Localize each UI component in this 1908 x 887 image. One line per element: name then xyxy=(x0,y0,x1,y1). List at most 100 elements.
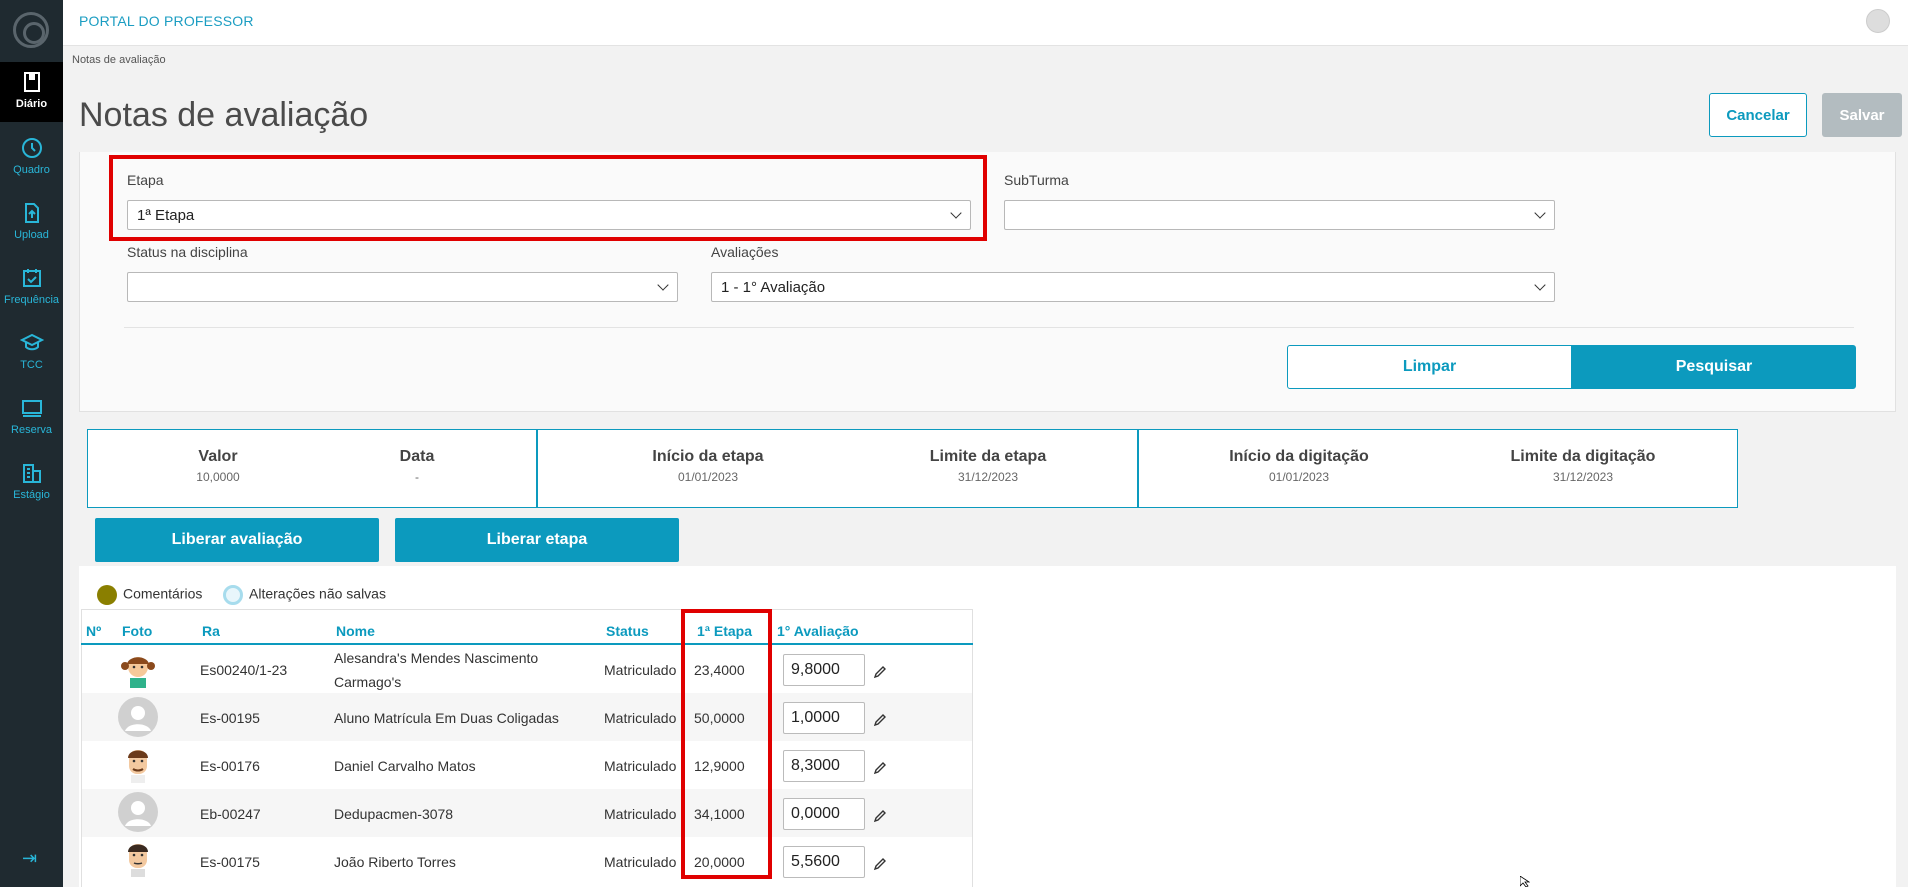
status-select[interactable] xyxy=(127,272,678,302)
clock-icon xyxy=(21,138,42,158)
chevron-down-icon xyxy=(1534,279,1546,291)
man-avatar xyxy=(128,844,148,877)
column-header-ra[interactable]: Ra xyxy=(202,623,220,639)
chevron-down-icon xyxy=(1534,207,1546,219)
etapa-highlight-box xyxy=(109,155,987,241)
legend-label: Comentários xyxy=(123,585,203,602)
sidebar-item-reserva[interactable]: Reserva xyxy=(0,388,63,448)
sidebar-item-diario[interactable]: Diário xyxy=(0,62,63,122)
monitor-icon xyxy=(21,400,42,417)
info-value: 10,0000 xyxy=(196,470,240,484)
ra-cell: Es00240/1-23 xyxy=(200,662,288,678)
pencil-icon[interactable] xyxy=(873,857,887,871)
ra-cell: Es-00175 xyxy=(200,854,260,870)
unsaved-dot-icon xyxy=(223,585,243,605)
etapa-column-highlight-box xyxy=(681,609,772,879)
user-avatar[interactable] xyxy=(1866,9,1890,33)
grade-input[interactable]: 5,5600 xyxy=(783,846,865,878)
collapse-menu-icon[interactable]: ⇥ xyxy=(22,848,37,869)
save-button[interactable]: Salvar xyxy=(1822,93,1902,137)
name-cell-continued: Carmago's xyxy=(334,674,402,690)
info-limite-digitacao: Limite da digitação 31/12/2023 xyxy=(1483,448,1683,484)
info-limite-etapa: Limite da etapa 31/12/2023 xyxy=(898,448,1078,484)
release-evaluation-button[interactable]: Liberar avaliação xyxy=(95,518,379,562)
avaliacoes-label: Avaliações xyxy=(711,244,779,260)
app-title: PORTAL DO PROFESSOR xyxy=(79,13,254,29)
grade-input[interactable]: 1,0000 xyxy=(783,702,865,734)
pencil-icon[interactable] xyxy=(873,665,887,679)
name-cell: Alesandra's Mendes Nascimento xyxy=(334,650,539,666)
info-title: Início da etapa xyxy=(652,448,764,465)
logo-icon xyxy=(13,12,49,48)
column-header-status[interactable]: Status xyxy=(606,623,649,639)
top-bar: PORTAL DO PROFESSOR xyxy=(63,0,1908,46)
column-header-avaliacao[interactable]: 1° Avaliação xyxy=(777,623,859,639)
page-title: Notas de avaliação xyxy=(79,96,369,134)
legend-comments: Comentários xyxy=(97,585,202,605)
status-cell: Matriculado xyxy=(604,662,677,678)
name-cell: Daniel Carvalho Matos xyxy=(334,758,476,774)
man-avatar xyxy=(128,750,148,783)
sidebar-item-label: Quadro xyxy=(13,164,50,176)
breadcrumb[interactable]: Notas de avaliação xyxy=(72,54,166,66)
sidebar-item-tcc[interactable]: TCC xyxy=(0,323,63,383)
info-inicio-etapa: Início da etapa 01/01/2023 xyxy=(618,448,798,484)
graduation-cap-icon xyxy=(19,333,44,351)
sidebar: Diário Quadro Upload Frequência TCC Rese… xyxy=(0,0,63,887)
calendar-check-icon xyxy=(22,269,41,287)
ra-cell: Es-00195 xyxy=(200,710,260,726)
avaliacoes-value: 1 - 1° Avaliação xyxy=(721,279,826,296)
info-value: 31/12/2023 xyxy=(957,470,1019,484)
building-icon xyxy=(22,464,41,483)
column-header-foto: Foto xyxy=(122,623,153,639)
info-title: Limite da digitação xyxy=(1510,448,1656,465)
info-value: 31/12/2023 xyxy=(1552,470,1614,484)
avaliacoes-select[interactable]: 1 - 1° Avaliação xyxy=(711,272,1555,302)
info-title: Início da digitação xyxy=(1229,448,1369,465)
grade-input[interactable]: 8,3000 xyxy=(783,750,865,782)
mouse-cursor-icon xyxy=(1520,876,1530,887)
info-title: Valor xyxy=(198,448,238,465)
name-cell: João Riberto Torres xyxy=(334,854,456,870)
pencil-icon[interactable] xyxy=(873,761,887,775)
subturma-select[interactable] xyxy=(1004,200,1555,230)
info-valor: Valor 10,0000 xyxy=(168,448,268,484)
sidebar-item-label: TCC xyxy=(20,359,43,371)
info-value: 01/01/2023 xyxy=(677,470,739,484)
grade-input[interactable]: 0,0000 xyxy=(783,798,865,830)
subturma-label: SubTurma xyxy=(1004,172,1069,188)
column-header-nome[interactable]: Nome xyxy=(336,623,375,639)
cancel-button[interactable]: Cancelar xyxy=(1709,93,1807,137)
sidebar-item-label: Frequência xyxy=(3,294,60,306)
chevron-down-icon xyxy=(657,279,669,291)
name-cell: Aluno Matrícula Em Duas Coligadas xyxy=(334,710,559,726)
clear-button[interactable]: Limpar xyxy=(1287,345,1572,389)
legend-label: Alterações não salvas xyxy=(249,585,386,602)
info-value: - xyxy=(415,470,419,484)
sidebar-item-upload[interactable]: Upload xyxy=(0,193,63,253)
info-box-avaliacao: Valor 10,0000 Data - xyxy=(87,429,537,508)
info-inicio-digitacao: Início da digitação 01/01/2023 xyxy=(1199,448,1399,484)
name-cell: Dedupacmen-3078 xyxy=(334,806,454,822)
pencil-icon[interactable] xyxy=(873,713,887,727)
comment-dot-icon xyxy=(97,585,117,605)
release-stage-button[interactable]: Liberar etapa xyxy=(395,518,679,562)
book-icon xyxy=(23,72,40,92)
search-button[interactable]: Pesquisar xyxy=(1572,345,1856,389)
status-cell: Matriculado xyxy=(604,806,677,822)
grade-input[interactable]: 9,8000 xyxy=(783,654,865,686)
info-value: 01/01/2023 xyxy=(1268,470,1330,484)
sidebar-item-label: Diário xyxy=(15,98,48,110)
sidebar-item-frequencia[interactable]: Frequência xyxy=(0,258,63,318)
column-header-num: Nº xyxy=(86,623,102,639)
info-box-etapa: Início da etapa 01/01/2023 Limite da eta… xyxy=(537,429,1138,508)
legend-unsaved: Alterações não salvas xyxy=(223,585,386,605)
pencil-icon[interactable] xyxy=(873,809,887,823)
girl-avatar xyxy=(121,657,155,688)
sidebar-item-estagio[interactable]: Estágio xyxy=(0,453,63,513)
ra-cell: Eb-00247 xyxy=(200,806,261,822)
status-cell: Matriculado xyxy=(604,758,677,774)
sidebar-item-quadro[interactable]: Quadro xyxy=(0,128,63,188)
info-box-digitacao: Início da digitação 01/01/2023 Limite da… xyxy=(1138,429,1738,508)
default-avatar xyxy=(118,697,158,737)
